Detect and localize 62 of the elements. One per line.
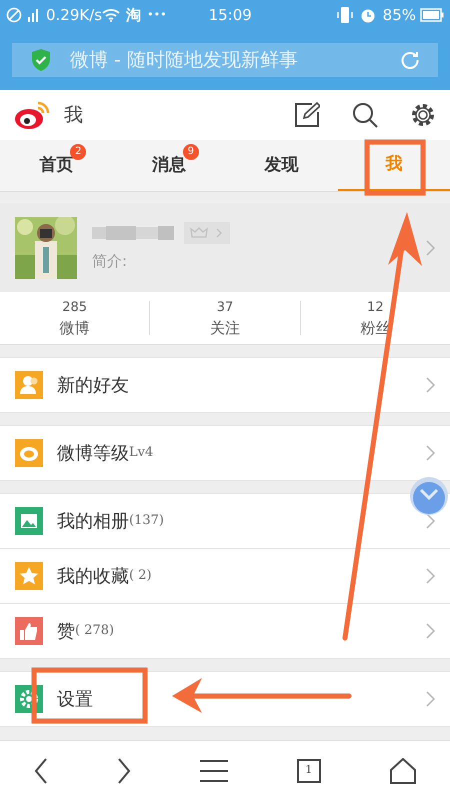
- menu-item-count: ( 278): [75, 622, 114, 640]
- level-icon: [15, 439, 43, 467]
- stat-count: 12: [367, 299, 384, 317]
- home-icon[interactable]: [390, 758, 416, 784]
- stat-item[interactable]: 37 关注: [150, 298, 300, 338]
- blocked-icon: [6, 7, 22, 23]
- forward-icon[interactable]: [117, 758, 132, 784]
- menu-item-label: 微博等级: [57, 442, 129, 466]
- tabs-button[interactable]: 1: [296, 758, 321, 782]
- tab-badge: 9: [182, 144, 199, 160]
- menu-item-label: 赞: [57, 620, 75, 644]
- vibrate-icon: [336, 6, 353, 24]
- image-icon: [15, 507, 43, 535]
- shield-check-icon: [30, 48, 52, 72]
- notification-app: 淘: [126, 4, 142, 26]
- tab[interactable]: 发现: [225, 140, 338, 191]
- battery-percent: 85%: [382, 4, 416, 26]
- menu-item[interactable]: 微博等级Lv4: [0, 426, 450, 481]
- chevron-right-icon: [426, 568, 435, 584]
- menu-item[interactable]: 赞( 278): [0, 604, 450, 659]
- more-notifications: •••: [147, 6, 167, 23]
- person-icon: [15, 371, 43, 399]
- stat-count: 285: [62, 299, 88, 317]
- menu-item-count: (137): [129, 512, 164, 530]
- app-logo: [14, 99, 52, 131]
- menu-item-label: 我的收藏: [57, 564, 129, 588]
- stat-label: 关注: [210, 318, 240, 338]
- search-icon[interactable]: [352, 102, 378, 128]
- wifi-icon: [102, 8, 120, 22]
- chevron-right-icon: [426, 623, 435, 639]
- menu-item-label: 我的相册: [57, 510, 129, 534]
- tab[interactable]: 消息 9: [112, 140, 225, 191]
- menu-item[interactable]: 新的好友: [0, 358, 450, 413]
- battery-icon: [420, 8, 444, 22]
- menu-item-count: ( 2): [129, 567, 152, 586]
- chevron-right-icon: [426, 513, 435, 529]
- clock: 15:09: [208, 4, 252, 26]
- menu-item[interactable]: 我的相册(137): [0, 494, 450, 549]
- chevron-right-icon: [426, 377, 435, 393]
- menu-item[interactable]: 设置: [0, 672, 450, 727]
- page-title: 微博 - 随时随地发现新鲜事: [70, 48, 298, 73]
- back-icon[interactable]: [34, 758, 48, 784]
- chevron-right-icon: [426, 691, 435, 707]
- stat-count: 37: [216, 299, 234, 317]
- menu-item-label: 新的好友: [57, 374, 129, 398]
- chevron-right-icon: [426, 445, 435, 461]
- menu-icon[interactable]: [200, 760, 228, 782]
- tab[interactable]: 首页 2: [0, 140, 112, 191]
- stat-label: 微博: [60, 318, 90, 338]
- compose-icon[interactable]: [294, 102, 320, 128]
- menu-item-label: 设置: [57, 688, 93, 712]
- menu-item[interactable]: 我的收藏( 2): [0, 549, 450, 604]
- menu-item-count: Lv4: [129, 444, 154, 462]
- stat-item[interactable]: 285 微博: [0, 298, 150, 338]
- settings-icon[interactable]: [410, 102, 436, 128]
- chevron-right-icon: [426, 240, 435, 256]
- highlight-box: [364, 140, 426, 196]
- scroll-button-icon[interactable]: [409, 476, 449, 516]
- network-speed: 0.29K/s: [46, 4, 102, 26]
- thumbs-up-icon: [15, 617, 43, 645]
- header-title: 我: [64, 102, 83, 128]
- bio-label: 简介:: [92, 251, 128, 272]
